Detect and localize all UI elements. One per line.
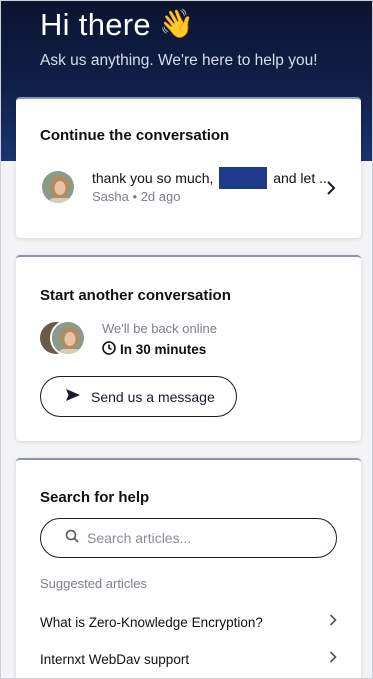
- send-icon: [65, 388, 81, 405]
- chevron-right-icon: [329, 613, 337, 631]
- meta-separator: •: [132, 189, 138, 204]
- article-title: What is Zero-Knowledge Encryption?: [40, 614, 263, 630]
- message-meta: Sasha • 2d ago: [92, 189, 180, 204]
- last-message-preview: thank you so much, and let ...: [92, 167, 331, 189]
- wave-icon: 👋: [158, 8, 195, 39]
- clock-icon: [102, 341, 116, 358]
- article-title: Internxt WebDav support: [40, 651, 190, 667]
- redacted-name: [219, 167, 268, 189]
- message-text-end: and let ...: [273, 170, 331, 186]
- start-title: Start another conversation: [40, 287, 231, 304]
- search-bar[interactable]: [40, 518, 337, 558]
- chevron-right-icon[interactable]: [326, 179, 336, 200]
- header-subtitle: Ask us anything. We're here to help you!: [40, 52, 318, 69]
- suggested-articles-label: Suggested articles: [40, 576, 147, 591]
- greeting-text: Hi there: [40, 7, 151, 42]
- messenger-home: Hi there 👋 Ask us anything. We're here to…: [0, 0, 373, 679]
- availability-status: We'll be back online: [102, 321, 217, 336]
- continue-conversation-card[interactable]: Continue the conversation thank you so m…: [16, 97, 361, 238]
- eta-text: In 30 minutes: [120, 342, 207, 357]
- search-input[interactable]: [87, 530, 317, 546]
- article-link[interactable]: What is Zero-Knowledge Encryption?: [40, 613, 337, 631]
- author-name: Sasha: [92, 189, 129, 204]
- time-ago: 2d ago: [140, 189, 181, 204]
- article-link[interactable]: Internxt WebDav support: [40, 650, 337, 668]
- send-message-label: Send us a message: [91, 388, 215, 405]
- continue-title: Continue the conversation: [40, 127, 230, 144]
- search-icon: [65, 529, 79, 548]
- reply-eta: In 30 minutes: [102, 341, 206, 358]
- agent-avatar: [40, 169, 76, 205]
- send-message-button[interactable]: Send us a message: [40, 376, 237, 417]
- message-text-start: thank you so much,: [92, 170, 214, 186]
- greeting-title: Hi there 👋: [40, 7, 194, 43]
- search-help-card: Search for help Suggested articles What …: [16, 458, 361, 678]
- team-avatar-2: [50, 320, 86, 356]
- help-title: Search for help: [40, 489, 150, 506]
- chevron-right-icon: [329, 650, 337, 668]
- start-conversation-card: Start another conversation We'll be back…: [16, 255, 361, 441]
